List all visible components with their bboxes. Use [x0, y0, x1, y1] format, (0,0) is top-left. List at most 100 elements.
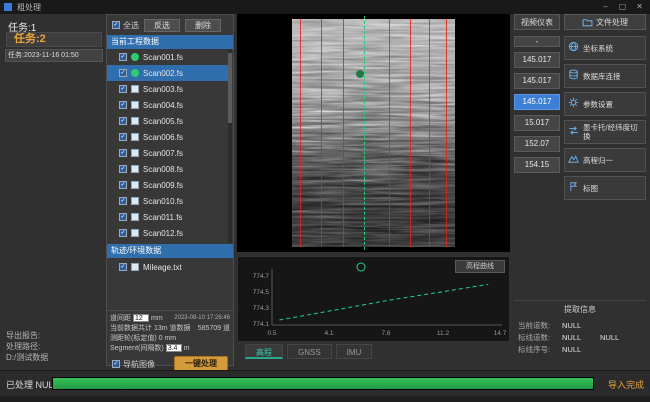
- value-button[interactable]: 145.017: [514, 94, 560, 110]
- value-button[interactable]: -: [514, 36, 560, 47]
- track-file-checkbox[interactable]: ✓: [119, 263, 127, 271]
- radar-canvas[interactable]: [237, 14, 510, 252]
- file-list-item[interactable]: ✓ Scan003.fs: [107, 81, 229, 97]
- value-button[interactable]: 154.15: [514, 157, 560, 173]
- file-name: Scan011.fs: [143, 213, 182, 222]
- tab-imu[interactable]: IMU: [336, 344, 373, 359]
- extract-info-rows: 当前道数: NULL 标线道数: NULL NULL 标线序号: NULL: [514, 319, 646, 355]
- marker-line: [300, 19, 301, 247]
- extract-row-value: NULL: [562, 345, 600, 354]
- file-list-item[interactable]: ✓ Scan002.fs: [107, 65, 229, 81]
- marker-line: [446, 19, 447, 247]
- file-list-item[interactable]: ✓ Scan005.fs: [107, 113, 229, 129]
- coordinate-system-button[interactable]: 坐标系统: [564, 36, 646, 60]
- extract-row-value: NULL: [562, 333, 600, 342]
- data-summary-label: 当前数据共计 13m 道数据: [110, 323, 191, 333]
- elevation-curve-button[interactable]: 高程曲线: [455, 260, 505, 273]
- file-list-item[interactable]: ✓ Scan007.fs: [107, 145, 229, 161]
- file-list-item[interactable]: ✓ Scan012.fs: [107, 225, 229, 241]
- file-name: Scan012.fs: [143, 229, 183, 238]
- file-icon: [131, 133, 139, 141]
- extract-row-label: 标线序号:: [518, 344, 562, 355]
- trace-spacing-label: 道间距: [110, 313, 131, 323]
- scrollbar-thumb[interactable]: [228, 53, 232, 123]
- title-bar: 粗处理 – ▢ ✕: [0, 0, 650, 14]
- file-list-item[interactable]: ✓ Scan009.fs: [107, 177, 229, 193]
- progress-fill: [53, 378, 593, 389]
- svg-text:14.7: 14.7: [494, 330, 507, 337]
- file-list-item[interactable]: ✓ Scan004.fs: [107, 97, 229, 113]
- tab-elevation[interactable]: 高程: [245, 344, 283, 359]
- value-button[interactable]: 15.017: [514, 115, 560, 131]
- bottom-tabs: 高程 GNSS IMU: [237, 344, 510, 360]
- file-checkbox[interactable]: ✓: [119, 197, 127, 205]
- close-button[interactable]: ✕: [631, 0, 648, 14]
- trace-spacing-input[interactable]: [133, 314, 149, 322]
- file-checkbox[interactable]: ✓: [119, 133, 127, 141]
- video-dashboard-header[interactable]: 视频仪表: [514, 14, 560, 30]
- file-checkbox[interactable]: ✓: [119, 165, 127, 173]
- file-checkbox[interactable]: ✓: [119, 149, 127, 157]
- file-icon: [131, 229, 139, 237]
- folder-icon: [582, 17, 593, 28]
- file-checkbox[interactable]: ✓: [119, 53, 127, 61]
- value-button[interactable]: 145.017: [514, 73, 560, 89]
- file-icon: [131, 263, 139, 271]
- file-checkbox[interactable]: ✓: [119, 69, 127, 77]
- file-checkbox[interactable]: ✓: [119, 229, 127, 237]
- delete-button[interactable]: 删除: [185, 19, 221, 32]
- marker-line: [429, 19, 430, 247]
- svg-text:774.1: 774.1: [253, 321, 270, 328]
- settings-divider: [107, 310, 233, 311]
- file-icon: [131, 117, 139, 125]
- file-icon: [131, 85, 139, 93]
- center-cursor-line: [364, 16, 365, 250]
- value-button[interactable]: 145.017: [514, 52, 560, 68]
- radar-image[interactable]: [292, 19, 455, 247]
- one-key-process-button[interactable]: 一键处理: [174, 356, 228, 371]
- select-all-checkbox[interactable]: ✓: [112, 21, 120, 29]
- value-button[interactable]: 152.07: [514, 136, 560, 152]
- tool-button-label: 参数设置: [583, 100, 613, 109]
- data-path-label: D:/测试数据: [6, 352, 48, 363]
- file-checkbox[interactable]: ✓: [119, 117, 127, 125]
- file-list-item[interactable]: ✓ Scan010.fs: [107, 193, 229, 209]
- segment-interval-input[interactable]: [166, 344, 182, 352]
- maximize-button[interactable]: ▢: [614, 0, 631, 14]
- file-toolbar: ✓ 全选 反选 删除: [107, 17, 233, 33]
- file-name: Scan003.fs: [143, 85, 183, 94]
- file-list-item[interactable]: ✓ Scan011.fs: [107, 209, 229, 225]
- marker-line: [343, 19, 344, 247]
- file-checkbox[interactable]: ✓: [119, 213, 127, 221]
- elevation-chart-panel: 774.7774.5774.3774.10.54.17.611.214.7 高程…: [237, 256, 510, 342]
- mark-plot-button[interactable]: 标图: [564, 176, 646, 200]
- file-list-item[interactable]: ✓ Scan001.fs: [107, 49, 229, 65]
- tab-gnss[interactable]: GNSS: [287, 344, 332, 359]
- file-list-scrollbar[interactable]: [228, 49, 232, 243]
- status-dot-icon: [131, 69, 139, 77]
- file-checkbox[interactable]: ✓: [119, 101, 127, 109]
- invert-selection-button[interactable]: 反选: [144, 19, 180, 32]
- file-checkbox[interactable]: ✓: [119, 181, 127, 189]
- elevation-normalize-button[interactable]: 高程归一: [564, 148, 646, 172]
- flag-icon: [568, 179, 579, 197]
- left-info-block: 导出报告: 处理路径: D:/测试数据: [6, 330, 48, 363]
- file-process-header[interactable]: 文件处理: [564, 14, 646, 30]
- segment-interval-label: Segment(间隔数): [110, 343, 164, 353]
- svg-text:7.6: 7.6: [381, 330, 390, 337]
- track-file-item[interactable]: ✓ Mileage.txt: [107, 259, 233, 275]
- mountain-icon: [568, 151, 579, 169]
- task-2-item[interactable]: 任务:2: [6, 32, 102, 47]
- parameter-settings-button[interactable]: 参数设置: [564, 92, 646, 116]
- bottom-strip: [0, 396, 650, 402]
- database-connect-button[interactable]: 数据库连接: [564, 64, 646, 88]
- file-list-item[interactable]: ✓ Scan006.fs: [107, 129, 229, 145]
- file-list-item[interactable]: ✓ Scan008.fs: [107, 161, 229, 177]
- file-checkbox[interactable]: ✓: [119, 85, 127, 93]
- nav-image-checkbox[interactable]: ✓: [112, 360, 120, 368]
- nav-image-label: 导航图像: [123, 359, 155, 370]
- value-list: - 145.017 145.017 145.017 15.017 152.07 154.15: [514, 36, 560, 178]
- import-done-label[interactable]: 导入完成: [608, 378, 644, 391]
- mercator-latlon-toggle-button[interactable]: 墨卡托/经纬度切换: [564, 120, 646, 144]
- minimize-button[interactable]: –: [597, 0, 614, 14]
